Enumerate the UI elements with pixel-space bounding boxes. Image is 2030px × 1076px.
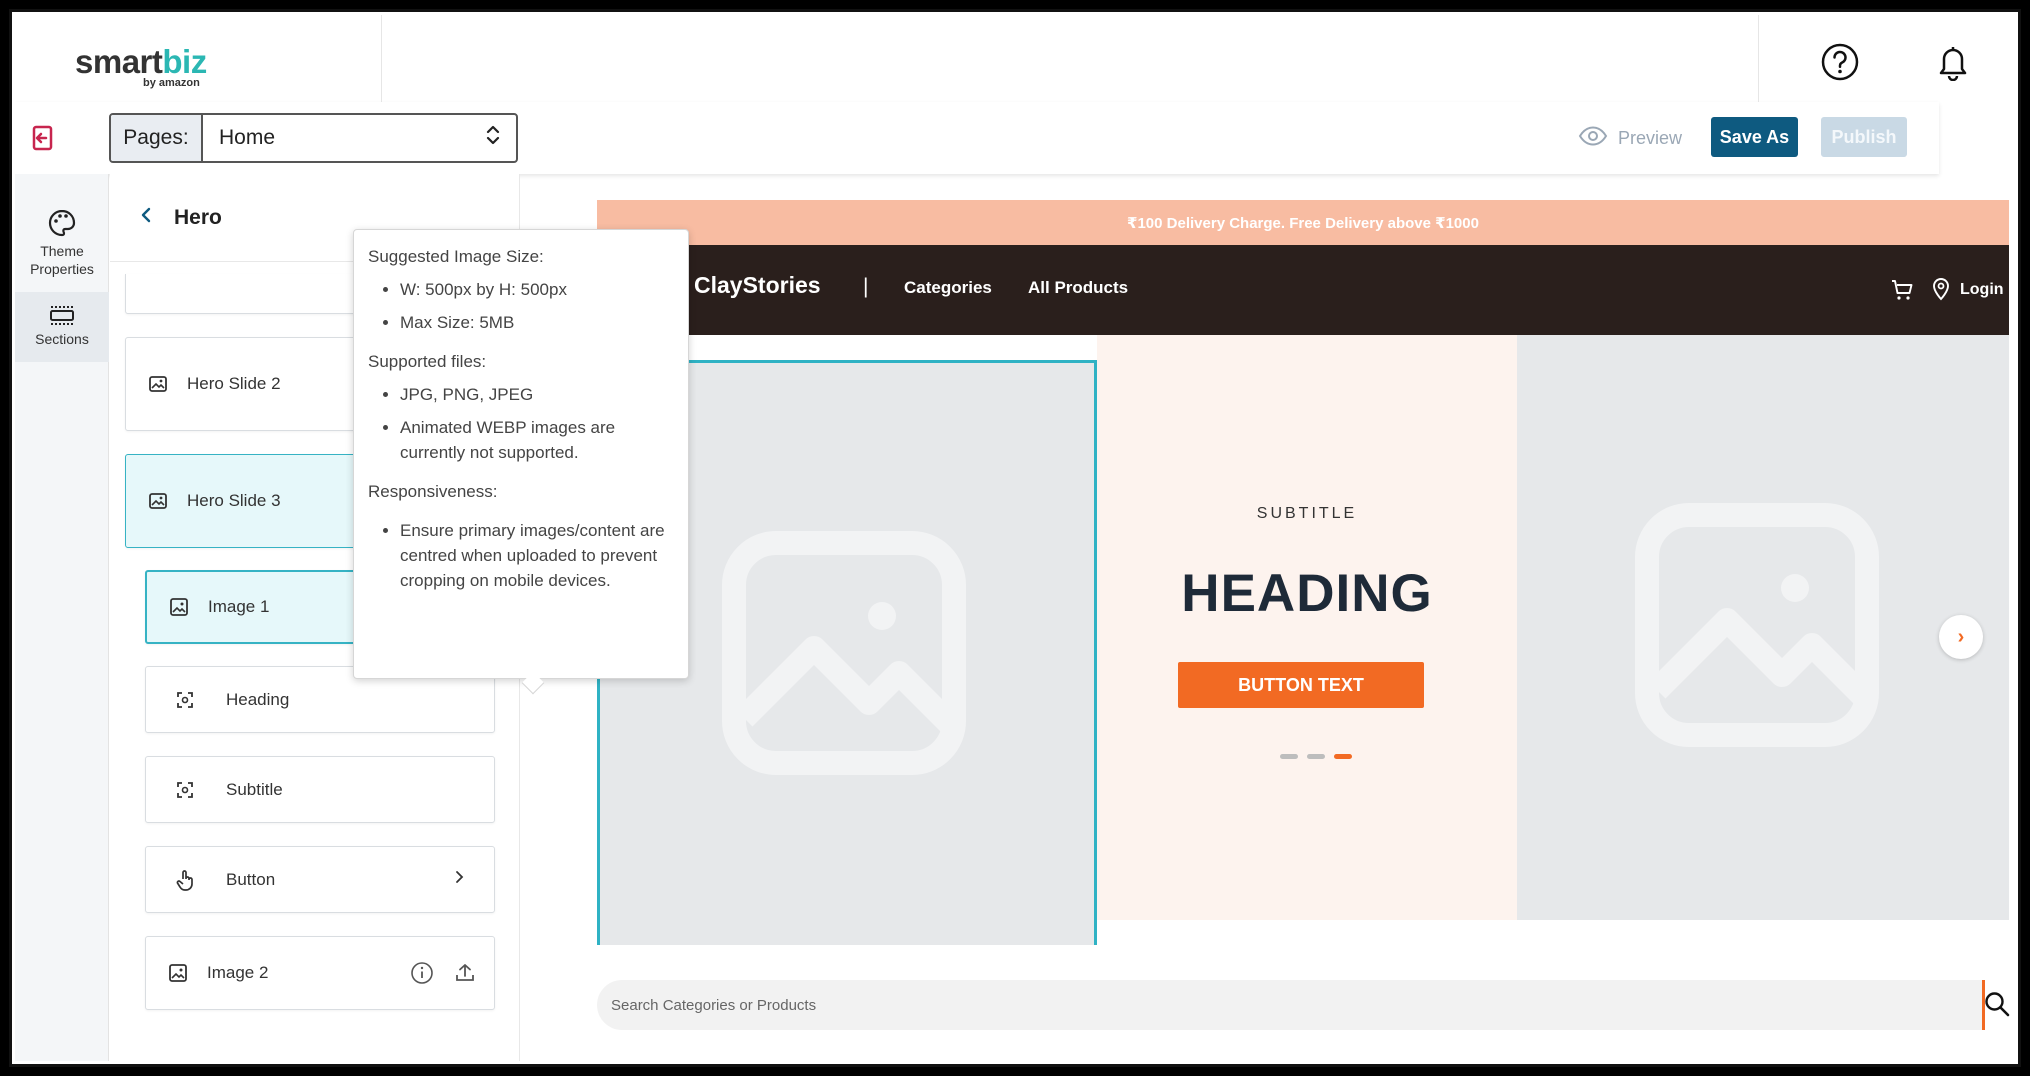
store-brand[interactable]: ClayStories <box>694 272 821 299</box>
tooltip-files-item: Animated WEBP images are currently not s… <box>400 415 674 465</box>
tooltip-files-list: JPG, PNG, JPEG Animated WEBP images are … <box>368 382 674 465</box>
nav-categories[interactable]: Categories <box>904 278 992 298</box>
help-icon[interactable] <box>1819 41 1861 83</box>
list-item-image-2[interactable]: Image 2 <box>145 936 495 1010</box>
login-link[interactable]: Login <box>1960 281 2004 299</box>
nav-separator: | <box>863 275 869 298</box>
editor-toolbar: Pages: Home Preview Save As Publish <box>15 102 1939 174</box>
app-window: smartbiz by amazon Pages: Home Preview S… <box>9 9 2021 1067</box>
header-divider <box>381 15 382 102</box>
promo-banner: ₹100 Delivery Charge. Free Delivery abov… <box>597 200 2009 245</box>
rail-theme-properties[interactable]: Theme Properties <box>15 208 109 283</box>
slide-image-icon <box>147 375 169 393</box>
left-rail: Theme Properties Sections <box>15 174 109 1061</box>
sections-icon <box>48 304 76 330</box>
tooltip-size-heading: Suggested Image Size: <box>368 247 544 266</box>
preview-button[interactable]: Preview <box>1578 126 1682 151</box>
tooltip-responsiveness-item: Ensure primary images/content are centre… <box>400 518 674 593</box>
save-as-button[interactable]: Save As <box>1711 117 1798 157</box>
smartbiz-logo[interactable]: smartbiz <box>75 43 207 81</box>
carousel-next-button[interactable]: › <box>1939 615 1983 659</box>
hero-cta-button[interactable]: BUTTON TEXT <box>1178 662 1424 708</box>
image-placeholder-icon <box>719 528 969 783</box>
slide-image-icon <box>147 492 169 510</box>
bell-icon[interactable] <box>1932 41 1974 83</box>
pages-label: Pages: <box>111 115 203 161</box>
location-pin-icon[interactable] <box>1932 277 1950 306</box>
hero-subtitle[interactable]: SUBTITLE <box>1097 505 1517 523</box>
text-focus-icon <box>174 780 196 800</box>
search-icon[interactable] <box>1983 990 2011 1023</box>
hero-content-slide: SUBTITLE HEADING BUTTON TEXT <box>1097 335 1517 920</box>
pages-select[interactable]: Home <box>203 115 516 161</box>
list-item-subtitle[interactable]: Subtitle <box>145 756 495 823</box>
store-navbar: ClayStories | Categories All Products Lo… <box>597 245 2009 335</box>
updown-chevron-icon <box>486 123 500 153</box>
info-icon[interactable] <box>410 961 434 990</box>
exit-icon[interactable] <box>30 124 56 157</box>
image-icon <box>168 597 190 617</box>
carousel-dot[interactable] <box>1307 754 1325 759</box>
pages-selector[interactable]: Pages: Home <box>109 113 518 163</box>
pointer-hand-icon <box>174 869 196 891</box>
image-placeholder-icon <box>1632 500 1882 755</box>
carousel-dot[interactable] <box>1280 754 1298 759</box>
upload-icon[interactable] <box>454 961 476 988</box>
logo-sub: by amazon <box>143 77 200 89</box>
eye-icon <box>1578 126 1608 151</box>
tooltip-responsiveness-list: Ensure primary images/content are centre… <box>368 518 674 593</box>
tooltip-size-list: W: 500px by H: 500px Max Size: 5MB <box>368 277 674 335</box>
store-search-input[interactable]: Search Categories or Products <box>597 980 1985 1030</box>
header-divider <box>1758 15 1759 102</box>
hero-heading[interactable]: HEADING <box>1097 563 1517 624</box>
rail-sections[interactable]: Sections <box>15 292 109 362</box>
chevron-right-icon <box>454 869 464 890</box>
image-guidelines-tooltip: Suggested Image Size: W: 500px by H: 500… <box>353 229 689 679</box>
publish-button[interactable]: Publish <box>1821 117 1907 157</box>
tooltip-size-item: Max Size: 5MB <box>400 310 674 335</box>
pages-select-value: Home <box>219 126 276 149</box>
image-icon <box>167 963 189 983</box>
back-chevron-icon[interactable] <box>140 207 152 228</box>
text-focus-icon <box>174 690 196 710</box>
tooltip-size-item: W: 500px by H: 500px <box>400 277 674 302</box>
cart-icon[interactable] <box>1890 278 1914 307</box>
panel-title: Hero <box>174 205 222 229</box>
list-item-button[interactable]: Button <box>145 846 495 913</box>
hero-image-slide <box>1517 335 2009 920</box>
tooltip-files-item: JPG, PNG, JPEG <box>400 382 674 407</box>
palette-icon <box>47 208 77 242</box>
nav-all-products[interactable]: All Products <box>1028 278 1128 298</box>
tooltip-responsiveness-heading: Responsiveness: <box>368 482 498 501</box>
carousel-dot-active[interactable] <box>1334 754 1352 759</box>
tooltip-files-heading: Supported files: <box>368 352 487 371</box>
